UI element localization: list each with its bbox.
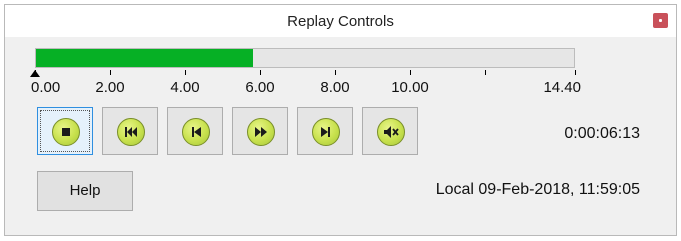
position-marker[interactable] bbox=[30, 70, 40, 77]
timeline-label: 10.00 bbox=[391, 79, 429, 96]
stop-icon bbox=[52, 118, 80, 146]
replay-progress-bar bbox=[35, 48, 575, 68]
step-back-icon bbox=[182, 118, 210, 146]
step-forward-button[interactable] bbox=[297, 107, 353, 155]
progress-fill bbox=[36, 49, 253, 67]
title-bar[interactable]: Replay Controls bbox=[5, 5, 676, 37]
timeline-labels: 0.00 2.00 4.00 6.00 8.00 10.00 14.40 bbox=[31, 79, 581, 97]
stop-button[interactable] bbox=[37, 107, 93, 155]
mute-button[interactable] bbox=[362, 107, 418, 155]
timeline-tick bbox=[575, 70, 576, 75]
fast-forward-icon bbox=[247, 118, 275, 146]
timeline-ticks bbox=[30, 70, 576, 78]
speaker-muted-icon bbox=[377, 118, 405, 146]
timeline-tick bbox=[260, 70, 261, 75]
elapsed-time: 0:00:06:13 bbox=[564, 125, 640, 142]
step-back-button[interactable] bbox=[167, 107, 223, 155]
skip-to-start-button[interactable] bbox=[102, 107, 158, 155]
timeline-tick bbox=[185, 70, 186, 75]
timeline-label: 8.00 bbox=[320, 79, 350, 96]
timeline-tick bbox=[485, 70, 486, 75]
timeline-tick bbox=[110, 70, 111, 75]
step-forward-icon bbox=[312, 118, 340, 146]
local-datetime: Local 09-Feb-2018, 11:59:05 bbox=[435, 181, 640, 198]
close-button[interactable] bbox=[653, 13, 668, 28]
timeline-label: 6.00 bbox=[245, 79, 275, 96]
timeline-tick bbox=[410, 70, 411, 75]
timeline-tick bbox=[335, 70, 336, 75]
window-title: Replay Controls bbox=[287, 13, 394, 30]
timeline-label: 2.00 bbox=[95, 79, 125, 96]
replay-panel: 0.00 2.00 4.00 6.00 8.00 10.00 14.40 0:00:06:1… bbox=[5, 37, 676, 235]
replay-controls-window: Replay Controls 0.00 2.00 4.00 6.00 8.00 10.0… bbox=[4, 4, 677, 236]
fast-forward-button[interactable] bbox=[232, 107, 288, 155]
help-button[interactable]: Help bbox=[37, 171, 133, 211]
timeline-label: 4.00 bbox=[170, 79, 200, 96]
skip-to-start-icon bbox=[117, 118, 145, 146]
timeline-label: 14.40 bbox=[543, 79, 581, 96]
timeline-label: 0.00 bbox=[31, 79, 61, 96]
